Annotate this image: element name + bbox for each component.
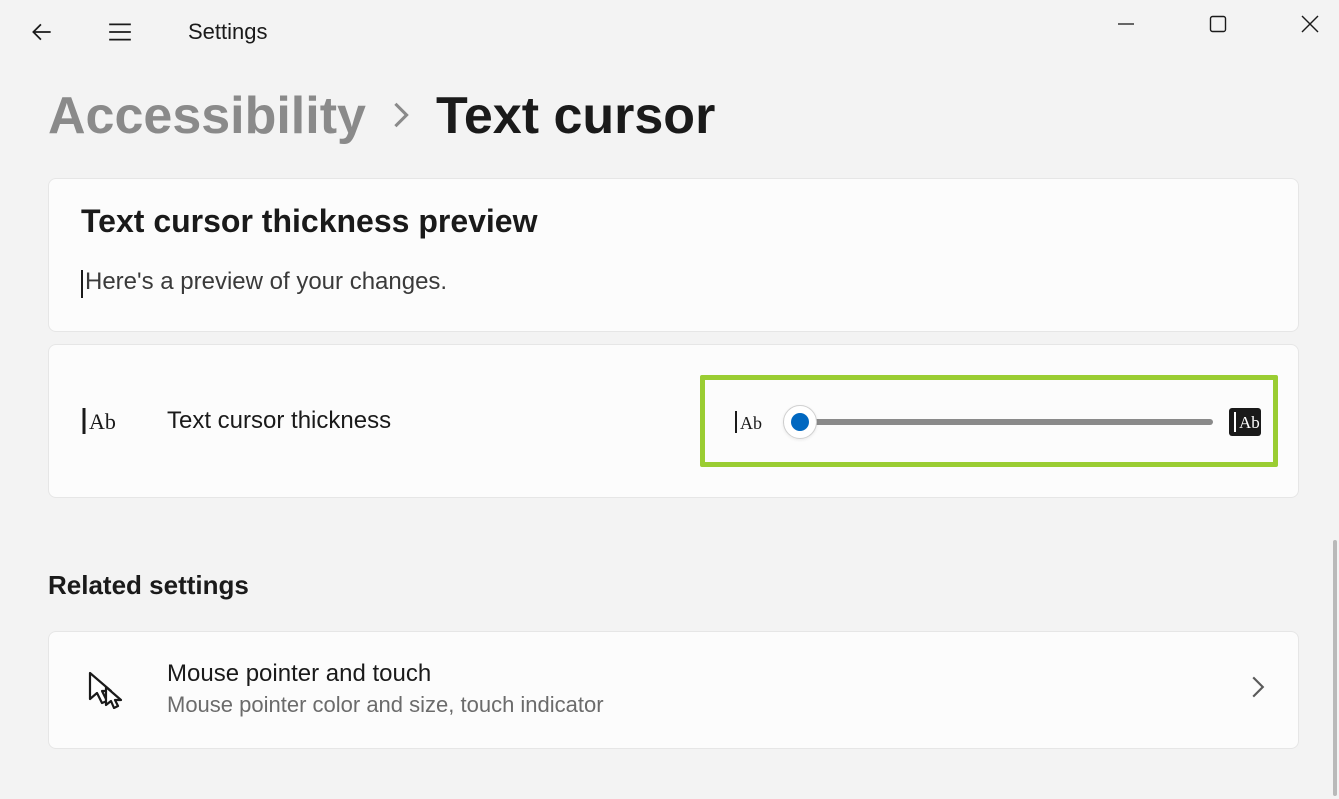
- related-item-subtitle: Mouse pointer color and size, touch indi…: [167, 692, 604, 718]
- chevron-right-icon: [1250, 675, 1266, 704]
- app-title: Settings: [188, 19, 268, 45]
- svg-text:Ab: Ab: [89, 409, 116, 434]
- svg-text:Ab: Ab: [740, 413, 762, 433]
- related-heading: Related settings: [48, 570, 1299, 601]
- minimize-button[interactable]: [1097, 0, 1155, 48]
- page-content: Accessibility Text cursor Text cursor th…: [0, 64, 1339, 749]
- thickness-slider[interactable]: [783, 410, 1213, 434]
- title-bar: Settings: [0, 0, 1339, 64]
- window-controls: [1063, 0, 1339, 48]
- text-caret-icon: [81, 270, 83, 298]
- hamburger-icon: [107, 21, 133, 43]
- nav-menu-button[interactable]: [96, 8, 144, 56]
- close-icon: [1300, 14, 1320, 34]
- cursor-ab-icon: Ab: [81, 406, 125, 436]
- slider-thumb[interactable]: [783, 405, 817, 439]
- maximize-icon: [1209, 15, 1227, 33]
- slider-track: [783, 419, 1213, 425]
- thickness-slider-card: Ab Text cursor thickness Ab: [48, 344, 1299, 498]
- preview-sample: Here's a preview of your changes.: [81, 268, 447, 296]
- preview-heading: Text cursor thickness preview: [81, 203, 1266, 240]
- chevron-right-icon: [392, 99, 410, 138]
- back-button[interactable]: [18, 8, 66, 56]
- preview-sample-text: Here's a preview of your changes.: [85, 268, 447, 296]
- related-item-title: Mouse pointer and touch: [167, 660, 604, 688]
- thickness-label: Text cursor thickness: [167, 407, 391, 435]
- close-button[interactable]: [1281, 0, 1339, 48]
- thickness-slider-highlight: Ab Ab: [700, 375, 1278, 467]
- breadcrumb-current: Text cursor: [436, 90, 715, 142]
- related-item-text: Mouse pointer and touch Mouse pointer co…: [167, 660, 604, 718]
- slider-thumb-inner: [791, 413, 809, 431]
- vertical-scrollbar[interactable]: [1333, 540, 1337, 796]
- svg-text:Ab: Ab: [1239, 413, 1260, 432]
- slider-min-icon: Ab: [733, 409, 767, 435]
- arrow-left-icon: [29, 19, 55, 45]
- minimize-icon: [1117, 15, 1135, 33]
- breadcrumb-parent[interactable]: Accessibility: [48, 90, 366, 142]
- related-item-mouse-pointer[interactable]: Mouse pointer and touch Mouse pointer co…: [48, 631, 1299, 749]
- maximize-button[interactable]: [1189, 0, 1247, 48]
- breadcrumb: Accessibility Text cursor: [48, 90, 1299, 142]
- mouse-pointer-icon: [81, 669, 133, 709]
- slider-max-icon: Ab: [1229, 408, 1263, 436]
- thickness-preview-card: Text cursor thickness preview Here's a p…: [48, 178, 1299, 332]
